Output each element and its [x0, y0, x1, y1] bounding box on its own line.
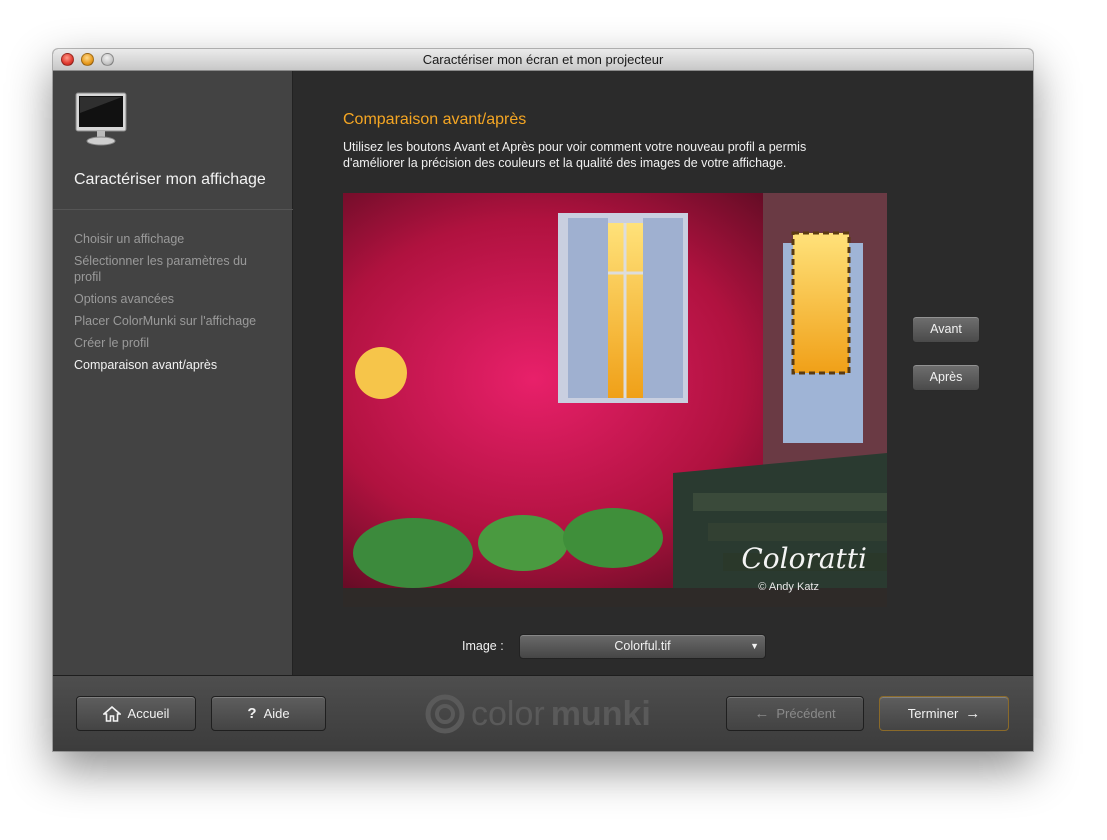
- monitor-icon: [75, 92, 127, 146]
- home-icon: [102, 705, 121, 722]
- question-mark-icon: ?: [247, 705, 257, 722]
- chevron-down-icon: ▼: [750, 641, 759, 651]
- image-select[interactable]: Colorful.tif ▼: [519, 634, 766, 659]
- colormunki-logo: color munki: [425, 694, 651, 734]
- footer-bar: Accueil ? Aide color munki ← Précédent Te…: [53, 675, 1033, 751]
- home-button[interactable]: Accueil: [76, 696, 196, 731]
- sidebar: Caractériser mon affichage Choisir un af…: [53, 71, 293, 675]
- finish-button[interactable]: Terminer →: [879, 696, 1009, 731]
- sidebar-title: Caractériser mon affichage: [74, 171, 266, 188]
- finish-button-label: Terminer: [907, 706, 959, 721]
- step-list: Choisir un affichage Sélectionner les pa…: [74, 231, 274, 379]
- step-item-create-profile[interactable]: Créer le profil: [74, 335, 274, 351]
- previous-button[interactable]: ← Précédent: [726, 696, 864, 731]
- app-window: Caractériser mon écran et mon projecteur…: [53, 49, 1033, 751]
- title-bar: Caractériser mon écran et mon projecteur: [53, 49, 1033, 71]
- preview-image: Coloratti © Andy Katz: [343, 193, 887, 607]
- step-item-before-after[interactable]: Comparaison avant/après: [74, 357, 274, 373]
- arrow-right-icon: →: [965, 705, 981, 722]
- help-button-label: Aide: [263, 706, 290, 721]
- image-select-label: Image :: [462, 639, 504, 653]
- after-button[interactable]: Après: [912, 364, 980, 391]
- help-button[interactable]: ? Aide: [211, 696, 326, 731]
- arrow-left-icon: ←: [754, 705, 770, 722]
- photo-watermark: Coloratti: [741, 542, 867, 575]
- step-item-advanced-options[interactable]: Options avancées: [74, 291, 274, 307]
- brand-name-light: color: [471, 694, 545, 733]
- page-description: Utilisez les boutons Avant et Après pour…: [343, 140, 807, 170]
- step-item-place-device[interactable]: Placer ColorMunki sur l'affichage: [74, 313, 274, 329]
- home-button-label: Accueil: [127, 706, 170, 721]
- image-select-value: Colorful.tif: [614, 639, 671, 653]
- window-title: Caractériser mon écran et mon projecteur: [422, 52, 664, 67]
- step-item-profile-settings[interactable]: Sélectionner les paramètres du profil: [74, 253, 274, 285]
- step-item-choose-display[interactable]: Choisir un affichage: [74, 231, 274, 247]
- brand-name-bold: munki: [550, 694, 651, 733]
- sidebar-divider: [53, 209, 293, 210]
- main-panel: Comparaison avant/après Utilisez les bou…: [294, 71, 1033, 675]
- page-title: Comparaison avant/après: [343, 111, 527, 128]
- photo-credit: © Andy Katz: [758, 581, 819, 593]
- before-button[interactable]: Avant: [912, 316, 980, 343]
- colormunki-logo-icon: [425, 694, 465, 734]
- previous-button-label: Précédent: [776, 706, 836, 721]
